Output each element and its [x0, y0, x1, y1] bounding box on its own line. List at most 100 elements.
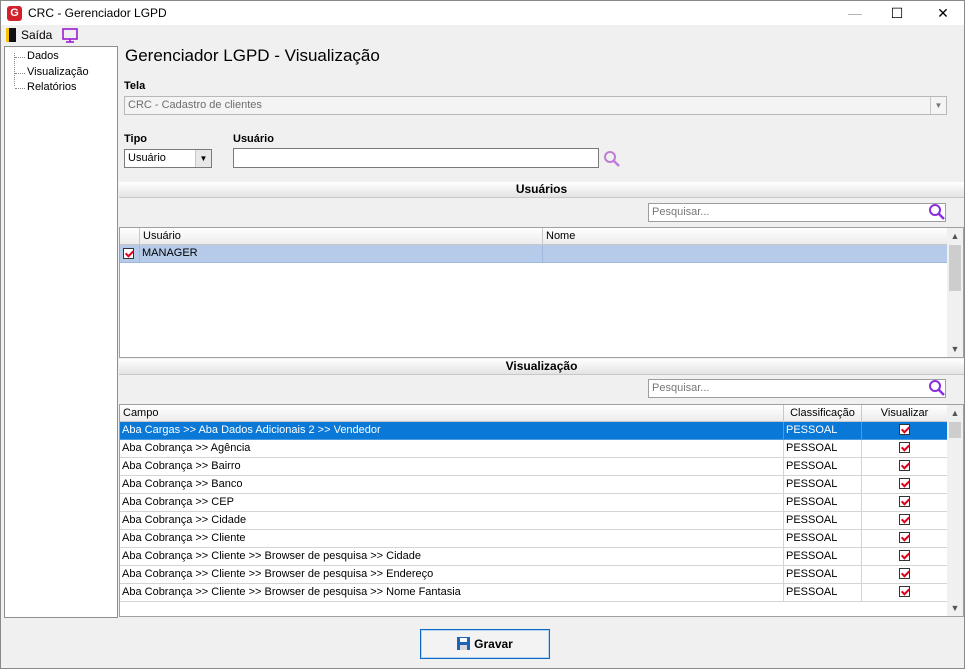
table-row[interactable]: Aba Cobrança >> Bairro PESSOAL [120, 458, 948, 476]
table-row[interactable]: MANAGER [120, 245, 948, 263]
visualizar-cell[interactable] [862, 566, 948, 584]
classificacao-cell: PESSOAL [784, 494, 862, 512]
scroll-down-icon[interactable]: ▼ [947, 600, 963, 616]
classificacao-cell: PESSOAL [784, 476, 862, 494]
table-row[interactable]: Aba Cargas >> Aba Dados Adicionais 2 >> … [120, 422, 948, 440]
checkbox-checked-icon[interactable] [899, 442, 910, 453]
save-button-label: Gravar [474, 637, 513, 651]
classificacao-cell: PESSOAL [784, 440, 862, 458]
scroll-up-icon[interactable]: ▲ [947, 405, 963, 421]
visualizar-cell[interactable] [862, 494, 948, 512]
minimize-button[interactable]: — [832, 1, 878, 25]
tipo-select[interactable]: Usuário ▼ [124, 149, 212, 168]
view-grid-header-visualizar[interactable]: Visualizar [862, 405, 948, 422]
visualizar-cell[interactable] [862, 422, 948, 440]
table-row[interactable]: Aba Cobrança >> Banco PESSOAL [120, 476, 948, 494]
visualizar-cell[interactable] [862, 548, 948, 566]
campo-cell: Aba Cobrança >> Bairro [120, 458, 784, 476]
app-window: G CRC - Gerenciador LGPD — ☐ ✕ Saída Dad… [0, 0, 965, 669]
row-checkbox-cell[interactable] [120, 245, 140, 263]
users-search-input[interactable]: Pesquisar... [648, 203, 946, 222]
view-grid: Campo Classificação Visualizar Aba Carga… [119, 404, 964, 617]
tipo-label: Tipo [124, 133, 148, 145]
table-row[interactable]: Aba Cobrança >> CEP PESSOAL [120, 494, 948, 512]
table-row[interactable]: Aba Cobrança >> Agência PESSOAL [120, 440, 948, 458]
exit-button[interactable]: Saída [21, 28, 52, 42]
classificacao-cell: PESSOAL [784, 566, 862, 584]
checkbox-checked-icon[interactable] [899, 514, 910, 525]
close-button[interactable]: ✕ [920, 1, 965, 25]
monitor-icon[interactable] [62, 28, 78, 43]
checkbox-checked-icon[interactable] [899, 532, 910, 543]
view-section-header: Visualização [119, 359, 964, 375]
users-grid-header-usuario[interactable]: Usuário [140, 228, 543, 245]
maximize-button[interactable]: ☐ [874, 1, 920, 25]
sidebar-item-relatorios[interactable]: Relatórios [27, 81, 77, 93]
view-search-input[interactable]: Pesquisar... [648, 379, 946, 398]
classificacao-cell: PESSOAL [784, 512, 862, 530]
campo-cell: Aba Cobrança >> Cliente [120, 530, 784, 548]
visualizar-cell[interactable] [862, 476, 948, 494]
classificacao-cell: PESSOAL [784, 548, 862, 566]
visualizar-cell[interactable] [862, 512, 948, 530]
tree-connector [15, 57, 25, 58]
search-icon[interactable] [603, 150, 621, 168]
campo-cell: Aba Cobrança >> Cidade [120, 512, 784, 530]
view-scrollbar[interactable]: ▲ ▼ [947, 405, 963, 616]
title-bar: G CRC - Gerenciador LGPD — ☐ ✕ [1, 1, 964, 25]
user-usuario-cell: MANAGER [140, 245, 543, 263]
search-icon[interactable] [928, 203, 946, 221]
chevron-down-icon[interactable]: ▼ [930, 97, 946, 114]
table-row[interactable]: Aba Cobrança >> Cliente PESSOAL [120, 530, 948, 548]
users-scrollbar[interactable]: ▲ ▼ [947, 228, 963, 357]
table-row[interactable]: Aba Cobrança >> Cidade PESSOAL [120, 512, 948, 530]
classificacao-cell: PESSOAL [784, 530, 862, 548]
campo-cell: Aba Cobrança >> Banco [120, 476, 784, 494]
tree-connector [15, 88, 25, 89]
chevron-down-icon[interactable]: ▼ [195, 150, 211, 167]
checkbox-checked-icon[interactable] [123, 248, 134, 259]
usuario-input[interactable] [233, 148, 599, 168]
visualizar-cell[interactable] [862, 440, 948, 458]
users-grid-header-nome[interactable]: Nome [543, 228, 948, 245]
sidebar-tree: Dados Visualização Relatórios [4, 46, 118, 618]
campo-cell: Aba Cargas >> Aba Dados Adicionais 2 >> … [120, 422, 784, 440]
checkbox-checked-icon[interactable] [899, 460, 910, 471]
classificacao-cell: PESSOAL [784, 584, 862, 602]
visualizar-cell[interactable] [862, 458, 948, 476]
view-grid-header-campo[interactable]: Campo [120, 405, 784, 422]
table-row[interactable]: Aba Cobrança >> Cliente >> Browser de pe… [120, 548, 948, 566]
campo-cell: Aba Cobrança >> Cliente >> Browser de pe… [120, 584, 784, 602]
checkbox-checked-icon[interactable] [899, 424, 910, 435]
save-button[interactable]: Gravar [420, 629, 550, 659]
visualizar-cell[interactable] [862, 530, 948, 548]
scroll-thumb[interactable] [949, 422, 961, 438]
table-row[interactable]: Aba Cobrança >> Cliente >> Browser de pe… [120, 584, 948, 602]
tree-connector [15, 73, 25, 74]
checkbox-checked-icon[interactable] [899, 568, 910, 579]
tela-label: Tela [124, 80, 146, 92]
classificacao-cell: PESSOAL [784, 458, 862, 476]
checkbox-checked-icon[interactable] [899, 496, 910, 507]
campo-cell: Aba Cobrança >> Cliente >> Browser de pe… [120, 548, 784, 566]
floppy-disk-icon [457, 637, 471, 650]
exit-door-icon[interactable] [6, 28, 16, 42]
campo-cell: Aba Cobrança >> Cliente >> Browser de pe… [120, 566, 784, 584]
checkbox-checked-icon[interactable] [899, 550, 910, 561]
sidebar-item-dados[interactable]: Dados [27, 50, 59, 62]
visualizar-cell[interactable] [862, 584, 948, 602]
checkbox-checked-icon[interactable] [899, 478, 910, 489]
table-row[interactable]: Aba Cobrança >> Cliente >> Browser de pe… [120, 566, 948, 584]
checkbox-checked-icon[interactable] [899, 586, 910, 597]
search-icon[interactable] [928, 379, 946, 397]
scroll-thumb[interactable] [949, 245, 961, 291]
page-title: Gerenciador LGPD - Visualização [125, 46, 380, 65]
app-logo-icon: G [7, 6, 22, 21]
tela-select[interactable]: CRC - Cadastro de clientes ▼ [124, 96, 947, 115]
scroll-up-icon[interactable]: ▲ [947, 228, 963, 244]
scroll-down-icon[interactable]: ▼ [947, 341, 963, 357]
window-title: CRC - Gerenciador LGPD [28, 6, 167, 20]
users-grid-check-header [120, 228, 140, 245]
sidebar-item-visualizacao[interactable]: Visualização [27, 66, 89, 78]
view-grid-header-classificacao[interactable]: Classificação [784, 405, 862, 422]
